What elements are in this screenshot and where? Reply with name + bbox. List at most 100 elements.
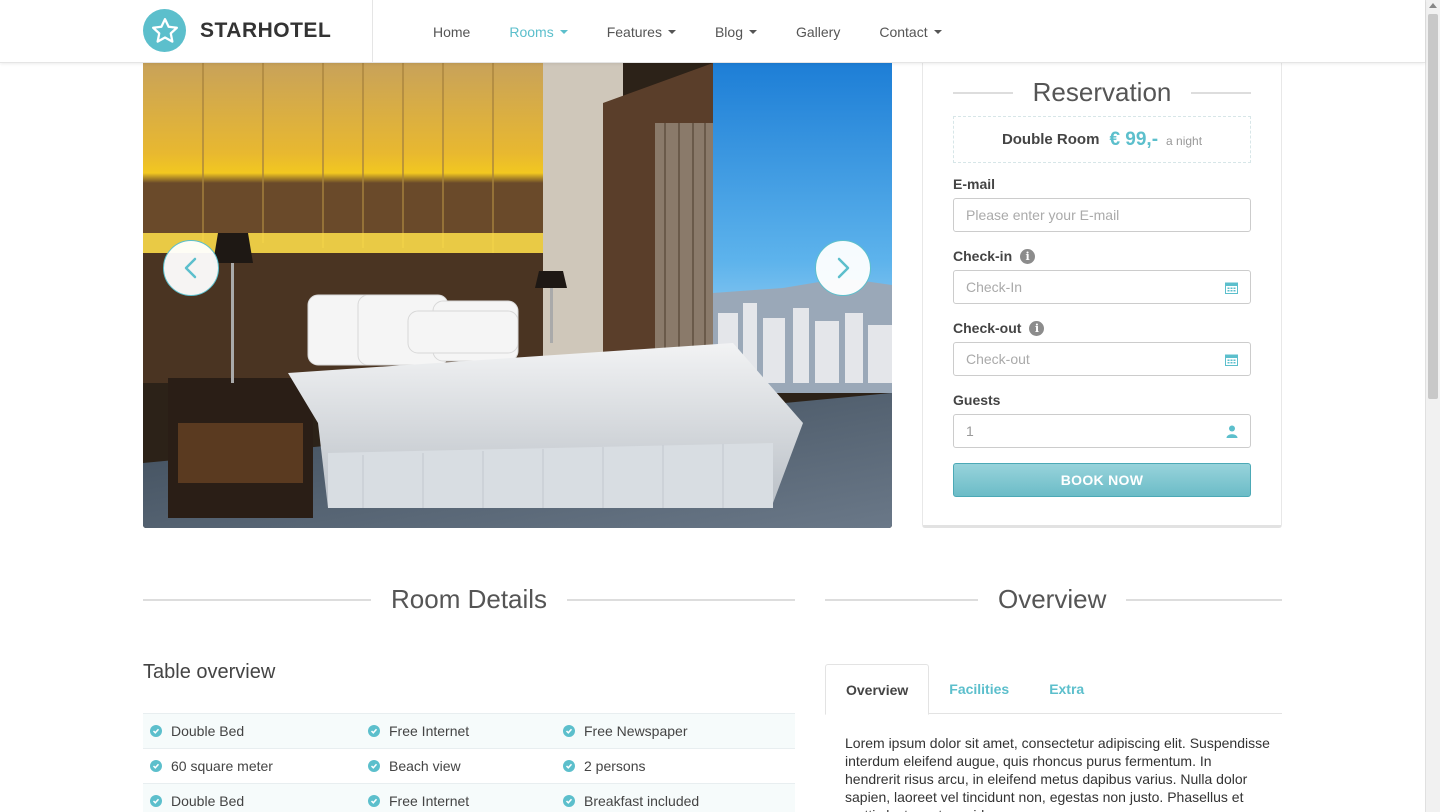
checkin-label-text: Check-in — [953, 248, 1013, 264]
brand-logo[interactable]: STARHOTEL — [143, 9, 331, 52]
feature-label: Double Bed — [171, 723, 245, 739]
nav-gallery-label: Gallery — [796, 23, 841, 40]
email-field[interactable]: Please enter your E-mail — [953, 198, 1251, 232]
slider-prev-button[interactable] — [163, 240, 219, 296]
table-overview-title: Table overview — [143, 661, 276, 683]
check-icon — [563, 725, 575, 737]
header-divider — [372, 0, 373, 63]
feature-label: Free Internet — [389, 723, 470, 739]
hotel-room-photo — [143, 63, 892, 528]
feature-label: Free Internet — [389, 793, 470, 809]
nav-blog[interactable]: Blog — [715, 24, 757, 40]
email-label: E-mail — [953, 176, 995, 192]
nav-rooms-label: Rooms — [509, 23, 554, 40]
room-details-heading: Room Details — [143, 584, 795, 615]
table-cell: Double Bed — [143, 793, 368, 809]
room-features-table: Double Bed Free Internet Free Newspaper … — [143, 713, 795, 812]
check-icon — [150, 760, 162, 772]
check-icon — [368, 795, 380, 807]
book-now-button[interactable]: BOOK NOW — [953, 463, 1251, 497]
nav-contact[interactable]: Contact — [879, 23, 942, 40]
nav-gallery[interactable]: Gallery — [796, 24, 840, 40]
reservation-heading: Reservation — [953, 77, 1252, 108]
divider — [143, 598, 371, 601]
info-icon[interactable]: i — [1020, 248, 1036, 264]
room-photo-slider — [143, 63, 892, 528]
check-icon — [368, 760, 380, 772]
guests-label: Guests — [953, 392, 1000, 408]
email-label-text: E-mail — [953, 176, 996, 192]
brand-name: STARHOTEL — [200, 18, 332, 42]
check-icon — [368, 725, 380, 737]
caret-down-icon — [559, 29, 568, 34]
nav-blog-label: Blog — [714, 23, 743, 40]
calendar-icon — [1225, 354, 1238, 366]
scroll-up-icon[interactable] — [1429, 3, 1437, 8]
check-icon — [150, 725, 162, 737]
checkout-placeholder: Check-out — [966, 351, 1030, 367]
divider — [1191, 91, 1252, 94]
nav-features[interactable]: Features — [607, 24, 676, 40]
star-icon — [143, 9, 186, 52]
check-icon — [563, 795, 575, 807]
checkout-field[interactable]: Check-out — [953, 342, 1251, 376]
check-icon — [563, 760, 575, 772]
overview-text: Lorem ipsum dolor sit amet, consectetur … — [845, 735, 1270, 812]
reservation-panel: Reservation Double Room € 99,- a night E… — [922, 63, 1282, 528]
checkin-label: Check-in i — [953, 248, 1036, 264]
info-icon[interactable]: i — [1029, 320, 1045, 336]
guests-label-text: Guests — [953, 392, 1001, 408]
overview-title: Overview — [998, 584, 1107, 614]
table-cell: Free Internet — [368, 723, 563, 739]
feature-label: 2 persons — [584, 758, 646, 774]
main-nav: Home Rooms Features Blog Gallery Contact — [433, 0, 981, 63]
feature-label: Beach view — [389, 758, 461, 774]
room-price: € 99,- — [1109, 128, 1159, 150]
checkout-label-text: Check-out — [953, 320, 1022, 336]
table-cell: Free Internet — [368, 793, 563, 809]
reservation-title: Reservation — [1032, 77, 1172, 107]
guests-field[interactable]: 1 — [953, 414, 1251, 448]
price-box: Double Room € 99,- a night — [953, 116, 1251, 163]
room-name: Double Room — [1001, 131, 1100, 148]
checkin-field[interactable]: Check-In — [953, 270, 1251, 304]
table-cell: 2 persons — [563, 758, 788, 774]
nav-home[interactable]: Home — [433, 24, 470, 40]
tab-overview[interactable]: Overview — [825, 664, 930, 715]
user-icon — [1226, 425, 1238, 438]
chevron-right-icon — [837, 257, 850, 279]
tab-facilities[interactable]: Facilities — [929, 664, 1029, 714]
feature-label: Double Bed — [171, 793, 245, 809]
nav-rooms[interactable]: Rooms — [509, 23, 568, 40]
page: STARHOTEL Home Rooms Features Blog Galle… — [0, 0, 1440, 812]
table-cell: Beach view — [368, 758, 563, 774]
table-cell: 60 square meter — [143, 758, 368, 774]
checkout-label: Check-out i — [953, 320, 1045, 336]
slider-next-button[interactable] — [815, 240, 871, 296]
room-details-title: Room Details — [391, 584, 548, 614]
calendar-icon — [1225, 282, 1238, 294]
feature-label: Free Newspaper — [584, 723, 688, 739]
guests-value: 1 — [966, 423, 974, 439]
site-header: STARHOTEL Home Rooms Features Blog Galle… — [0, 0, 1425, 63]
caret-down-icon — [667, 29, 676, 34]
nav-features-label: Features — [606, 23, 662, 40]
table-row: Double Bed Free Internet Free Newspaper — [143, 713, 795, 748]
table-cell: Breakfast included — [563, 793, 788, 809]
overview-heading: Overview — [825, 584, 1282, 615]
scrollbar-thumb[interactable] — [1428, 14, 1438, 399]
nav-contact-label: Contact — [879, 23, 928, 40]
table-row: 60 square meter Beach view 2 persons — [143, 748, 795, 783]
email-placeholder: Please enter your E-mail — [966, 207, 1120, 223]
overview-tabs: Overview Facilities Extra — [825, 664, 1282, 715]
table-cell: Free Newspaper — [563, 723, 788, 739]
divider — [825, 598, 978, 601]
price-unit: a night — [1166, 134, 1203, 148]
tab-extra[interactable]: Extra — [1029, 664, 1104, 714]
divider — [567, 598, 795, 601]
page-scrollbar[interactable] — [1425, 0, 1440, 812]
divider — [1126, 598, 1282, 601]
table-cell: Double Bed — [143, 723, 368, 739]
table-row: Double Bed Free Internet Breakfast inclu… — [143, 783, 795, 812]
caret-down-icon — [933, 29, 942, 34]
